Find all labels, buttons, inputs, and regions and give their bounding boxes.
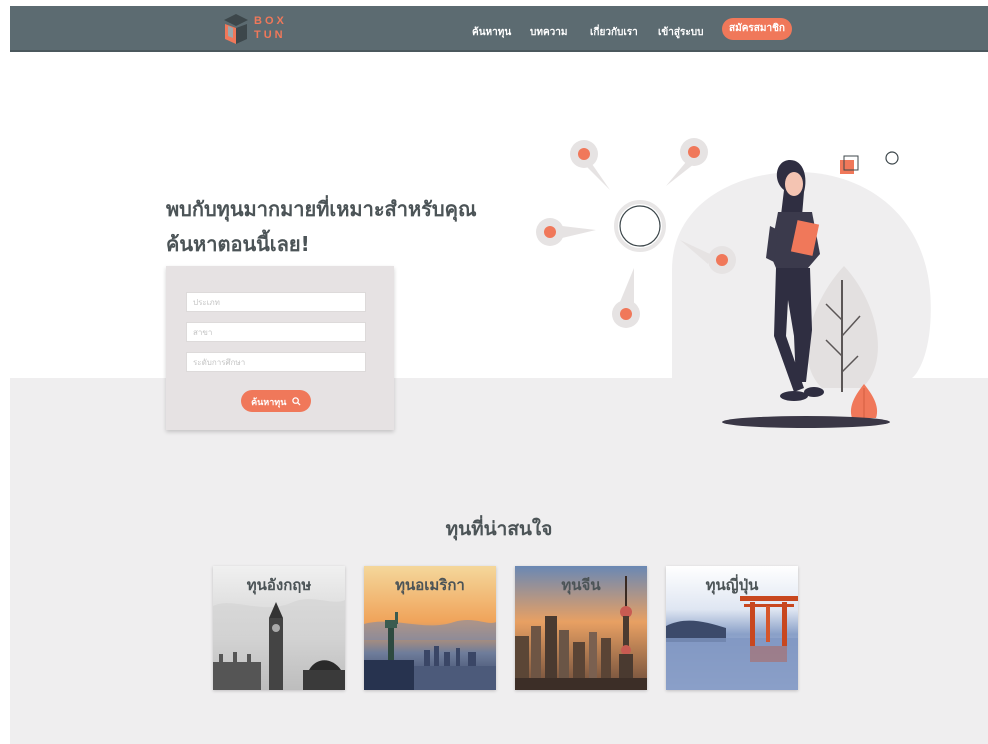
card-england[interactable]: ทุนอังกฤษ — [213, 566, 345, 690]
navbar: BOX TUN ค้นหาทุน บทความ เกี่ยวกับเรา เข้… — [10, 6, 988, 52]
card-china-label: ทุนจีน — [561, 576, 601, 594]
hero-illustration — [536, 138, 931, 428]
card-china[interactable]: ทุนจีน — [515, 566, 647, 690]
type-field[interactable] — [186, 292, 366, 312]
hero-title-line2: ค้นหาตอนนี้เลย! — [166, 232, 310, 256]
card-england-label: ทุนอังกฤษ — [246, 576, 312, 594]
nav-link-about[interactable]: เกี่ยวกับเรา — [590, 25, 638, 40]
hero-title: พบกับทุนมากมายที่เหมาะสำหรับคุณ ค้นหาตอน… — [166, 192, 546, 262]
deco-circle — [885, 151, 899, 165]
field-of-study-field[interactable] — [186, 322, 366, 342]
logo-text: BOX TUN — [254, 14, 287, 42]
search-button-label: ค้นหาทุน — [251, 397, 287, 407]
education-level-field[interactable] — [186, 352, 366, 372]
logo-line1: BOX — [254, 15, 287, 27]
center-circle — [614, 200, 666, 252]
box-logo-icon — [224, 14, 248, 44]
search-icon — [292, 397, 301, 406]
section-title: ทุนที่น่าสนใจ — [445, 518, 553, 540]
logo-line2: TUN — [254, 29, 286, 41]
logo[interactable]: BOX TUN — [220, 12, 290, 46]
nav-link-search-scholarship[interactable]: ค้นหาทุน — [472, 25, 511, 40]
search-form: ค้นหาทุน — [166, 266, 394, 430]
signup-button[interactable]: สมัครสมาชิก — [722, 18, 792, 40]
card-america-label: ทุนอเมริกา — [395, 576, 465, 594]
hero-title-line1: พบกับทุนมากมายที่เหมาะสำหรับคุณ — [166, 197, 477, 221]
nav-link-login[interactable]: เข้าสู่ระบบ — [658, 25, 703, 40]
ground-shadow — [722, 416, 890, 428]
card-japan-label: ทุนญี่ปุ่น — [705, 576, 759, 594]
card-japan[interactable]: ทุนญี่ปุ่น — [666, 566, 798, 690]
search-button[interactable]: ค้นหาทุน — [241, 390, 311, 412]
card-america[interactable]: ทุนอเมริกา — [364, 566, 496, 690]
deco-square — [840, 160, 854, 174]
nav-link-articles[interactable]: บทความ — [530, 25, 567, 40]
page: BOX TUN ค้นหาทุน บทความ เกี่ยวกับเรา เข้… — [10, 0, 988, 744]
